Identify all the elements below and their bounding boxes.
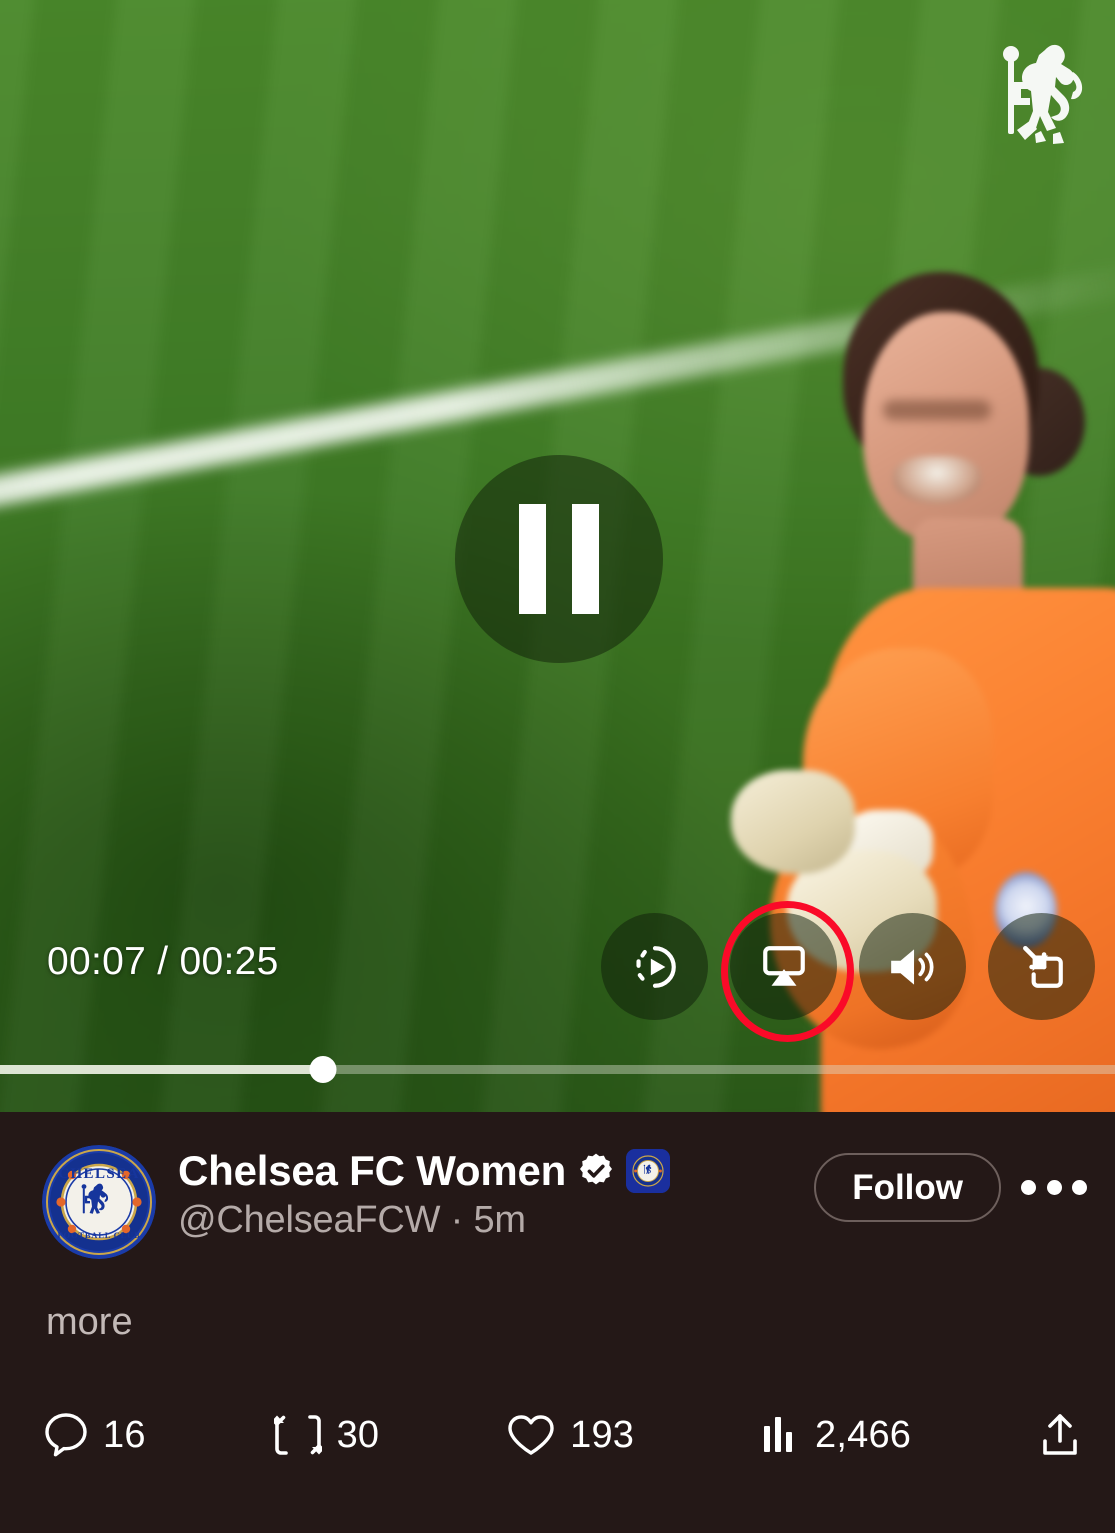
- video-progress-handle[interactable]: [309, 1056, 337, 1083]
- post-details: CHELSEA FOOTBALL CLUB Chelsea FC Women @…: [0, 1112, 1115, 1533]
- more-dot-2: [1046, 1180, 1062, 1195]
- name-row: Chelsea FC Women: [178, 1147, 814, 1195]
- video-progress-bar[interactable]: [0, 1056, 1115, 1083]
- pause-button[interactable]: [455, 455, 663, 663]
- repost-action[interactable]: 30: [273, 1412, 380, 1458]
- more-options-button[interactable]: [1019, 1163, 1089, 1213]
- display-name[interactable]: Chelsea FC Women: [178, 1147, 566, 1195]
- video-player[interactable]: 00:07 / 00:25: [0, 0, 1115, 1112]
- handle-and-timestamp: @ChelseaFCW · 5m: [178, 1199, 526, 1241]
- views-count: 2,466: [815, 1413, 912, 1456]
- video-timestamp: 00:07 / 00:25: [47, 940, 279, 983]
- volume-control: [859, 913, 966, 1020]
- repost-count: 30: [336, 1413, 380, 1456]
- airplay-cast-icon: [759, 944, 809, 990]
- repost-icon: [273, 1412, 322, 1458]
- pause-bar-right: [572, 504, 599, 614]
- header-actions: Follow: [814, 1145, 1089, 1222]
- reply-count: 16: [103, 1413, 146, 1456]
- engagement-bar: 16 30 193 2,466: [44, 1412, 1081, 1458]
- heart-icon: [507, 1413, 555, 1457]
- more-dot-3: [1072, 1180, 1087, 1195]
- show-more-link[interactable]: more: [46, 1301, 133, 1344]
- views-action[interactable]: 2,466: [762, 1414, 911, 1457]
- share-up-icon: [1039, 1412, 1081, 1458]
- more-dot-1: [1021, 1180, 1036, 1195]
- volume-on-icon: [887, 944, 939, 990]
- pause-bar-left: [519, 504, 546, 614]
- volume-button[interactable]: [859, 913, 966, 1020]
- video-controls: [601, 901, 1095, 1042]
- picture-in-picture-button[interactable]: [988, 913, 1095, 1020]
- chelsea-lion-watermark-icon: [995, 38, 1087, 156]
- picture-in-picture-icon: [1017, 942, 1067, 992]
- analytics-bars-icon: [762, 1414, 800, 1456]
- replay-icon: [630, 942, 680, 992]
- verified-badge-icon[interactable]: [577, 1152, 615, 1190]
- cast-button[interactable]: [730, 913, 837, 1020]
- replay-autoplay-button[interactable]: [601, 913, 708, 1020]
- cast-control: [721, 901, 854, 1042]
- video-progress-fill: [0, 1065, 324, 1074]
- like-count: 193: [570, 1413, 635, 1456]
- like-action[interactable]: 193: [507, 1413, 634, 1457]
- post-header: CHELSEA FOOTBALL CLUB Chelsea FC Women @…: [42, 1145, 1089, 1259]
- reply-action[interactable]: 16: [44, 1412, 146, 1458]
- post-identity: Chelsea FC Women @ChelseaFCW · 5m: [178, 1145, 814, 1242]
- follow-button[interactable]: Follow: [814, 1153, 1001, 1222]
- svg-text:FOOTBALL CLUB: FOOTBALL CLUB: [58, 1230, 141, 1240]
- svg-text:CHELSEA: CHELSEA: [58, 1166, 140, 1182]
- tweet-video-screen: 00:07 / 00:25 CHELSEA FOOTBALL CLUB Chel…: [0, 0, 1115, 1533]
- picture-in-picture-control: [988, 913, 1095, 1020]
- reply-icon: [44, 1412, 88, 1458]
- share-action[interactable]: [1039, 1412, 1081, 1458]
- replay-autoplay-control: [601, 913, 708, 1020]
- avatar[interactable]: CHELSEA FOOTBALL CLUB: [42, 1145, 156, 1259]
- affiliate-badge-icon[interactable]: [626, 1149, 671, 1193]
